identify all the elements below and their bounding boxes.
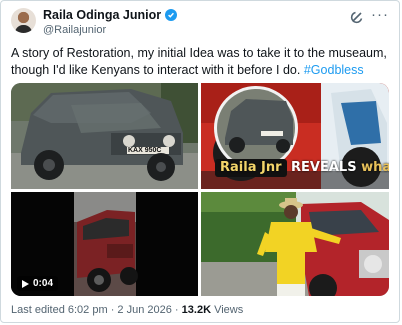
edited-time[interactable]: Last edited 6:02 pm xyxy=(11,304,108,316)
tweet-card: Raila Odinga Junior @Railajunior ··· A s… xyxy=(0,0,400,323)
video-hummer[interactable]: 0:04 xyxy=(11,192,198,296)
caption-reveals: REVEALS xyxy=(291,160,357,175)
license-plate: KAX 950C xyxy=(128,147,162,154)
author-avatar[interactable] xyxy=(11,8,36,33)
author-handle[interactable]: @Railajunior xyxy=(43,24,106,36)
views-label: Views xyxy=(214,304,244,316)
video-duration: 0:04 xyxy=(17,276,59,291)
hashtag-link[interactable]: #Godbless xyxy=(304,63,364,77)
video-duration-text: 0:04 xyxy=(33,278,54,289)
photo-red-hummer-reveal[interactable]: Raila Jnr REVEALS what xyxy=(201,83,389,189)
author-name[interactable]: Raila Odinga Junior xyxy=(43,8,161,22)
tweet-meta: Last edited 6:02 pm · 2 Jun 2026 · 13.2K… xyxy=(11,304,243,316)
grok-icon[interactable] xyxy=(349,9,365,25)
media-grid: KAX 950C Raila Jnr REVEALS wha 0:04 xyxy=(11,83,389,296)
meta-separator: · xyxy=(174,304,179,316)
play-icon xyxy=(22,279,29,288)
views-count: 13.2K xyxy=(181,304,212,316)
caption-name: Raila Jnr xyxy=(215,159,287,177)
author-name-row: Raila Odinga Junior xyxy=(43,8,178,22)
tweet-text: A story of Restoration, my initial Idea … xyxy=(11,45,391,79)
more-options-icon[interactable]: ··· xyxy=(371,6,389,23)
video-caption: Raila Jnr REVEALS what xyxy=(215,159,389,177)
meta-separator: · xyxy=(110,304,115,316)
photo-man-with-hummer[interactable] xyxy=(201,192,389,296)
photo-covered-car[interactable]: KAX 950C xyxy=(11,83,198,189)
caption-tail: what xyxy=(361,160,389,175)
verified-badge-icon xyxy=(165,9,178,21)
post-date[interactable]: 2 Jun 2026 xyxy=(117,304,171,316)
